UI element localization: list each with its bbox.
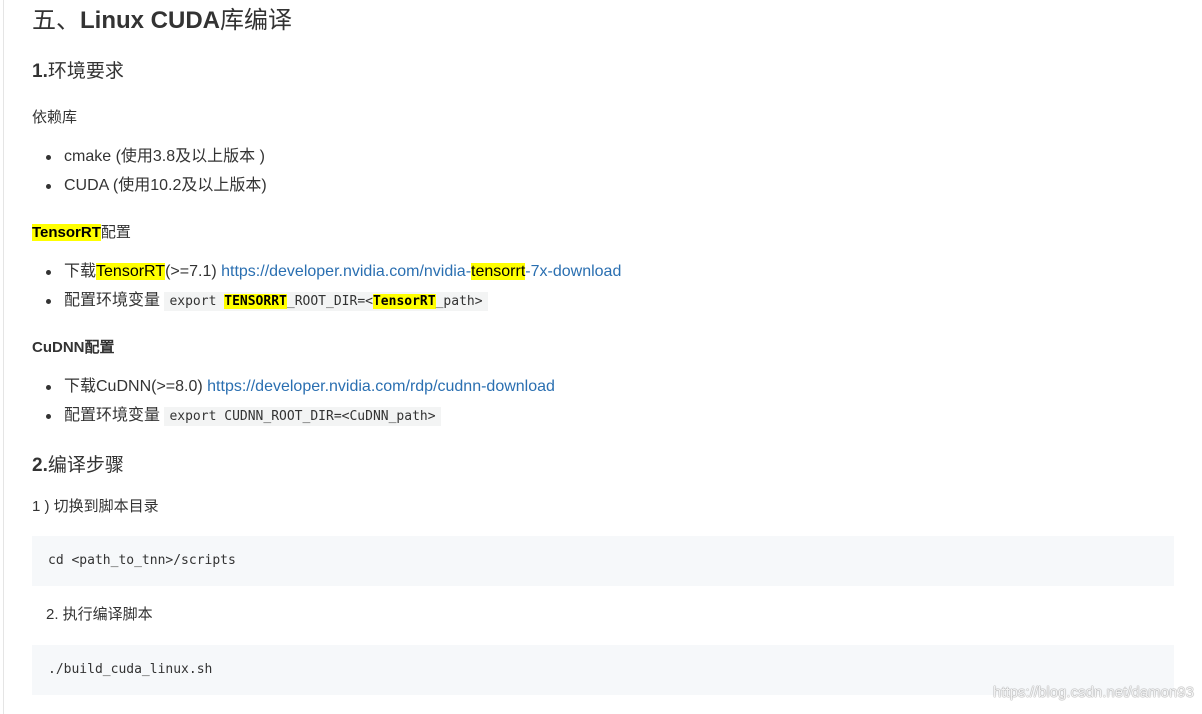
tensorrt-label: TensorRT配置	[32, 222, 131, 244]
heading-prefix: 五、	[32, 7, 80, 34]
download-prefix: 下载CuDNN(>=8.0)	[64, 378, 208, 395]
code-highlight: TensorRT	[372, 294, 436, 309]
section2-heading: 2.编译步骤	[32, 453, 124, 479]
tensorrt-list: 下载TensorRT(>=7.1) https://developer.nvid…	[32, 261, 621, 319]
section1-number: 1.	[32, 61, 48, 82]
tensorrt-label-rest: 配置	[100, 224, 131, 241]
main-heading: 五、Linux CUDA库编译	[32, 6, 292, 36]
cudnn-env-code: export CUDNN_ROOT_DIR=<CuDNN_path>	[164, 407, 441, 426]
watermark: https://blog.csdn.net/damon93	[993, 684, 1194, 701]
list-item: CUDA (使用10.2及以上版本)	[32, 175, 267, 204]
section2-number: 2.	[32, 455, 48, 476]
list-item: 配置环境变量 export TENSORRT_ROOT_DIR=<TensorR…	[32, 290, 621, 319]
deps-label: 依赖库	[32, 109, 78, 126]
download-prefix: 下载	[64, 263, 97, 280]
tensorrt-label-highlight: TensorRT	[32, 224, 101, 241]
step2-label: 2. 执行编译脚本	[46, 606, 153, 623]
link-text: -7x-download	[525, 263, 622, 280]
code-block: cd <path_to_tnn>/scripts	[32, 536, 1174, 586]
heading-suffix: 库编译	[220, 7, 292, 34]
step1-label: 1 ) 切换到脚本目录	[32, 498, 159, 515]
tensorrt-name-highlight: TensorRT	[96, 263, 166, 280]
left-border	[3, 0, 4, 714]
code-text: export	[169, 294, 225, 309]
tensorrt-version: (>=7.1)	[165, 263, 222, 280]
code-text: _path>	[435, 294, 483, 309]
cudnn-label: CuDNN配置	[32, 339, 115, 356]
tensorrt-download-link[interactable]: https://developer.nvidia.com/nvidia-tens…	[221, 263, 621, 280]
link-text: https://developer.nvidia.com/nvidia-	[221, 263, 472, 280]
list-item: 配置环境变量 export CUDNN_ROOT_DIR=<CuDNN_path…	[32, 405, 555, 434]
env-prefix: 配置环境变量	[64, 292, 165, 309]
deps-list: cmake (使用3.8及以上版本 ) CUDA (使用10.2及以上版本)	[32, 146, 267, 204]
list-item: 下载CuDNN(>=8.0) https://developer.nvidia.…	[32, 376, 555, 405]
list-item: 下载TensorRT(>=7.1) https://developer.nvid…	[32, 261, 621, 290]
heading-latin: Linux CUDA	[80, 7, 220, 34]
code-highlight: TENSORRT	[224, 294, 287, 309]
list-item: cmake (使用3.8及以上版本 )	[32, 146, 267, 175]
env-prefix: 配置环境变量	[64, 407, 165, 424]
link-highlight: tensorrt	[471, 263, 526, 280]
tensorrt-env-code: export TENSORRT_ROOT_DIR=<TensorRT_path>	[164, 292, 488, 311]
cudnn-download-link[interactable]: https://developer.nvidia.com/rdp/cudnn-d…	[207, 378, 555, 395]
code-text: _ROOT_DIR=<	[286, 294, 373, 309]
section1-heading: 1.环境要求	[32, 59, 124, 85]
cudnn-list: 下载CuDNN(>=8.0) https://developer.nvidia.…	[32, 376, 555, 434]
section1-title: 环境要求	[47, 61, 124, 82]
section2-title: 编译步骤	[47, 455, 124, 476]
